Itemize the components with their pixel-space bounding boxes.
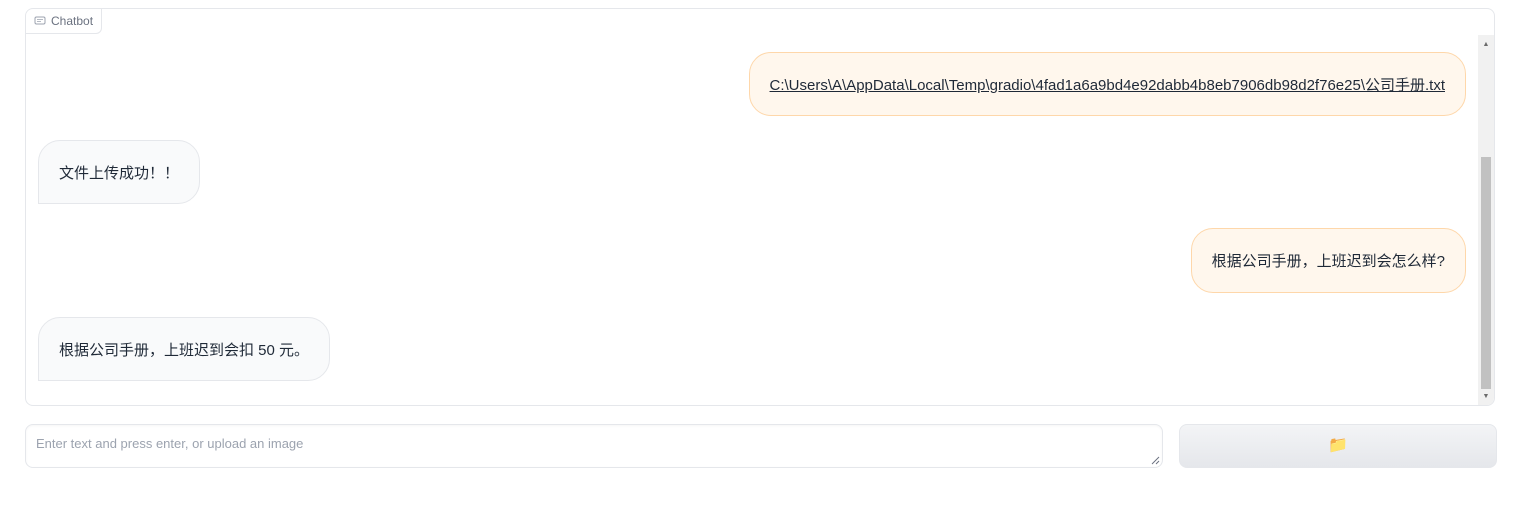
message-input[interactable] bbox=[26, 425, 1162, 467]
chatbot-label: Chatbot bbox=[26, 9, 103, 34]
file-link[interactable]: C:\Users\A\AppData\Local\Temp\gradio\4fa… bbox=[770, 74, 1445, 95]
upload-file-button[interactable]: 📁 bbox=[1179, 424, 1497, 468]
bot-message: 根据公司手册，上班迟到会扣 50 元。 bbox=[38, 317, 331, 381]
bot-message: 文件上传成功！！ bbox=[38, 140, 201, 204]
scroll-down-arrow-icon[interactable]: ▼ bbox=[1478, 389, 1494, 403]
bot-message-text: 根据公司手册，上班迟到会扣 50 元。 bbox=[59, 341, 310, 359]
message-input-container bbox=[25, 424, 1163, 468]
chat-bubble-icon bbox=[34, 15, 46, 27]
message-list: C:\Users\A\AppData\Local\Temp\gradio\4fa… bbox=[26, 9, 1478, 405]
user-message-text: 根据公司手册，上班迟到会怎么样? bbox=[1211, 253, 1445, 270]
user-message: C:\Users\A\AppData\Local\Temp\gradio\4fa… bbox=[748, 52, 1466, 116]
chat-scrollbar[interactable]: ▲ ▼ bbox=[1478, 35, 1494, 405]
resize-grip-icon[interactable] bbox=[1150, 455, 1160, 465]
scrollbar-thumb[interactable] bbox=[1481, 157, 1491, 389]
folder-icon: 📁 bbox=[1328, 437, 1348, 454]
bot-message-text: 文件上传成功！！ bbox=[59, 164, 180, 182]
user-message: 根据公司手册，上班迟到会怎么样? bbox=[1190, 228, 1466, 293]
chatbot-panel: Chatbot C:\Users\A\AppData\Local\Temp\gr… bbox=[25, 8, 1495, 406]
scroll-up-arrow-icon[interactable]: ▲ bbox=[1478, 37, 1494, 51]
chatbot-label-text: Chatbot bbox=[51, 14, 94, 28]
